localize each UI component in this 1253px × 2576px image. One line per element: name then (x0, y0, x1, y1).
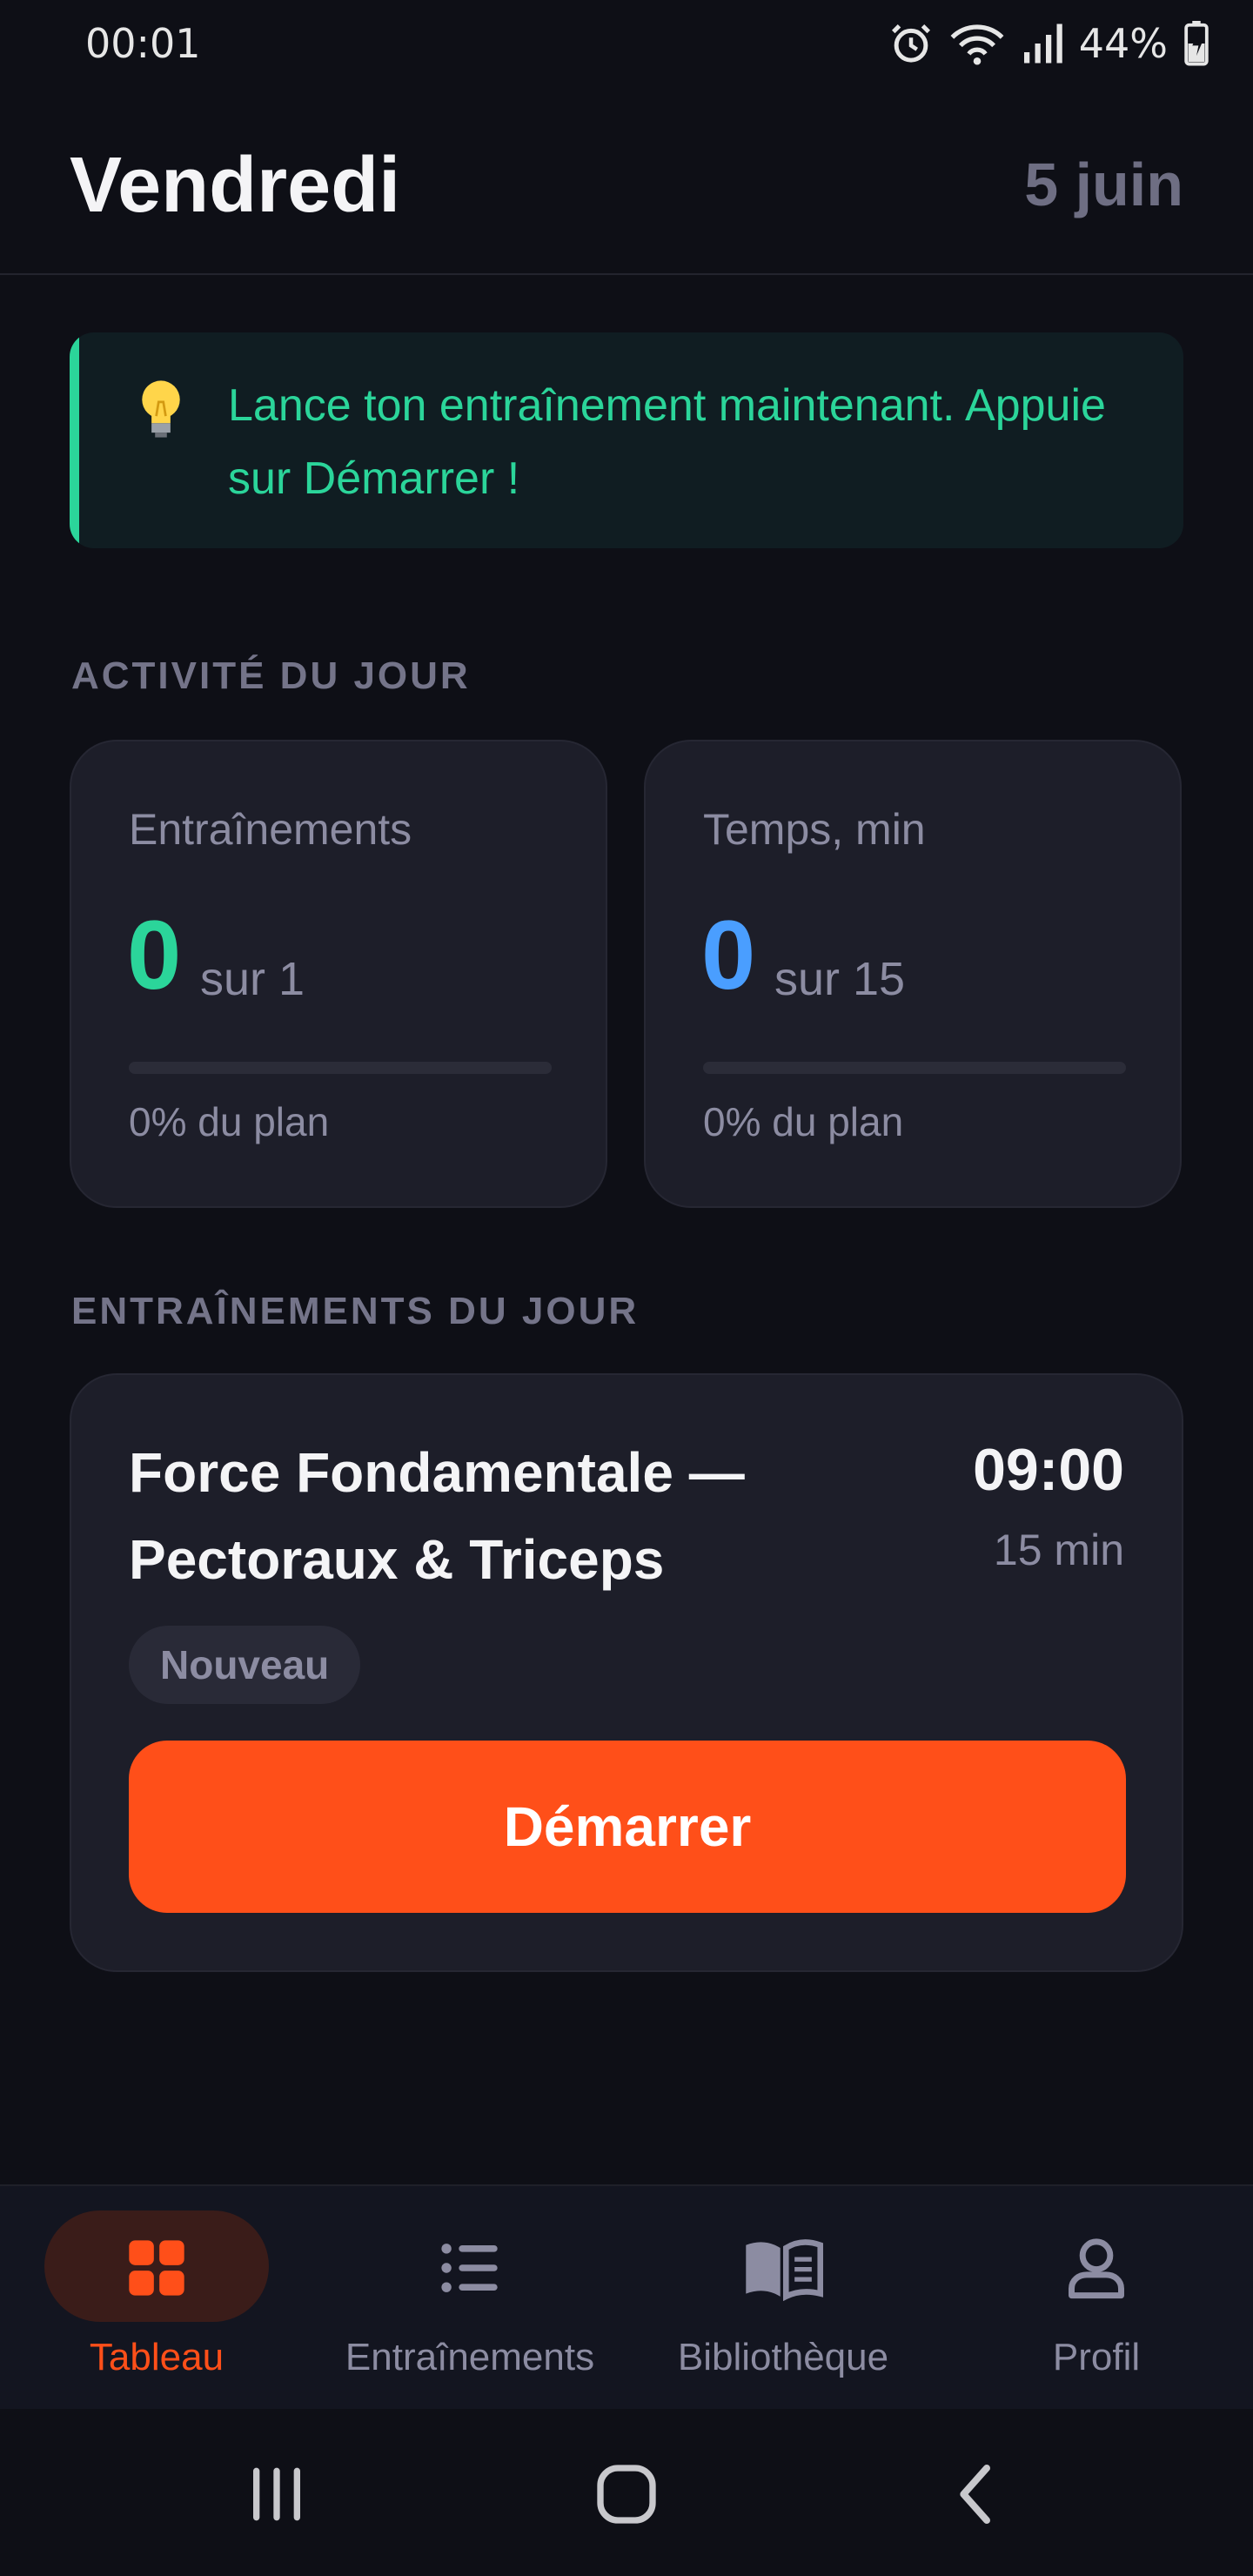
system-nav-bar (0, 2409, 1253, 2576)
recent-apps-icon[interactable] (242, 2459, 312, 2529)
stat-plan-percent: 0% du plan (129, 1099, 330, 1144)
status-icons: 44% (888, 20, 1209, 67)
nav-item-workouts[interactable]: Entraînements (313, 2186, 626, 2409)
progress-bar (129, 1062, 552, 1074)
stat-value: 0 (127, 901, 182, 1010)
workout-time: 09:00 (973, 1437, 1124, 1503)
workouts-section-title: ENTRAÎNEMENTS DU JOUR (71, 1290, 640, 1332)
page-date: 5 juin (1024, 151, 1183, 218)
workout-title: Force Fondamentale — Pectoraux & Triceps (129, 1441, 745, 1591)
time-stat-card: Temps, min 0 sur 15 0% du plan (644, 740, 1182, 1208)
stat-plan-percent: 0% du plan (703, 1099, 904, 1144)
page-title: Vendredi (70, 142, 401, 229)
tip-text: Lance ton entraînement maintenant. Appui… (228, 380, 1106, 504)
nav-label: Entraînements (345, 2336, 595, 2378)
bottom-nav: Tableau Entraînements Bibliothèque Profi… (0, 2184, 1253, 2409)
battery-percent: 44% (1078, 20, 1168, 67)
list-icon (441, 2244, 498, 2292)
nav-item-dashboard[interactable]: Tableau (0, 2186, 313, 2409)
back-icon[interactable] (943, 2459, 1013, 2529)
nav-item-library[interactable]: Bibliothèque (626, 2186, 940, 2409)
status-bar: 00:01 44% (0, 0, 1253, 87)
nav-label: Profil (1052, 2336, 1141, 2378)
battery-icon (1184, 21, 1209, 66)
status-time: 00:01 (85, 20, 201, 67)
stat-label: Temps, min (703, 805, 926, 854)
workout-card[interactable]: Force Fondamentale — Pectoraux & Triceps… (70, 1373, 1183, 1972)
start-button[interactable]: Démarrer (129, 1741, 1126, 1913)
nav-item-profile[interactable]: Profil (940, 2186, 1253, 2409)
stat-target: sur 1 (200, 953, 305, 1005)
nav-label: Tableau (89, 2336, 224, 2378)
profile-icon (1069, 2238, 1124, 2299)
new-badge: Nouveau (129, 1626, 361, 1704)
home-icon[interactable] (592, 2459, 661, 2529)
activity-section-title: ACTIVITÉ DU JOUR (71, 654, 471, 697)
stat-target: sur 15 (774, 953, 906, 1005)
progress-bar (703, 1062, 1126, 1074)
signal-icon (1023, 23, 1062, 64)
workout-duration: 15 min (993, 1526, 1124, 1574)
book-icon (746, 2239, 823, 2301)
dashboard-icon (129, 2240, 184, 2296)
wifi-icon (950, 24, 1004, 65)
alarm-icon (891, 23, 930, 63)
nav-label: Bibliothèque (677, 2336, 889, 2378)
page-header: Vendredi 5 juin (0, 104, 1253, 275)
stat-label: Entraînements (129, 805, 412, 854)
lightbulb-icon (142, 380, 180, 438)
workouts-stat-card: Entraînements 0 sur 1 0% du plan (70, 740, 607, 1208)
tip-banner: Lance ton entraînement maintenant. Appui… (70, 332, 1183, 548)
stat-value: 0 (701, 901, 756, 1010)
